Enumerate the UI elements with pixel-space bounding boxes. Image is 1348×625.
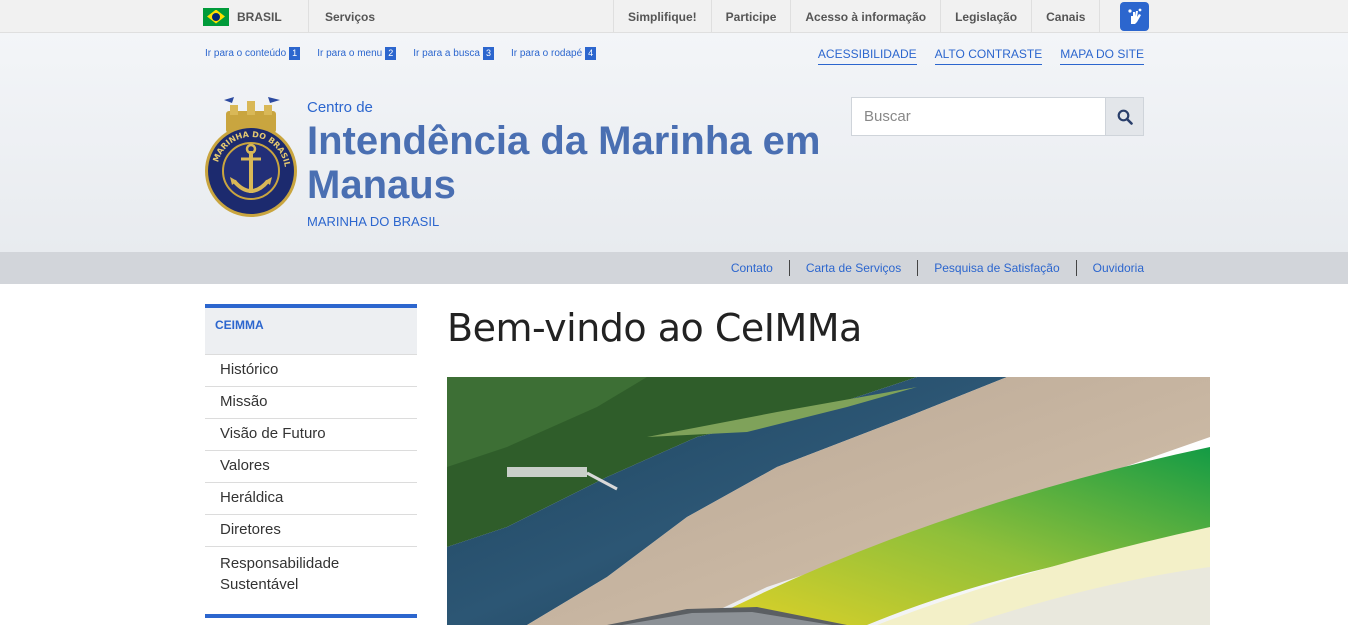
sidebar-heading[interactable]: CEIMMA bbox=[205, 304, 417, 355]
site-map-link[interactable]: MAPA DO SITE bbox=[1060, 47, 1144, 65]
participe-link[interactable]: Participe bbox=[710, 0, 791, 33]
brazil-flag-icon bbox=[203, 7, 229, 26]
site-title[interactable]: Intendência da Marinha em Manaus bbox=[307, 119, 827, 207]
sidebar-menu: CEIMMA Histórico Missão Visão de Futuro … bbox=[205, 304, 417, 603]
skip-to-content-link[interactable]: Ir para o conteúdo 1 bbox=[205, 47, 301, 60]
sidebar-item-visao-de-futuro[interactable]: Visão de Futuro bbox=[205, 419, 417, 451]
brasil-link[interactable]: BRASIL bbox=[203, 0, 282, 33]
page-title: Bem-vindo ao CeIMMa bbox=[447, 306, 862, 350]
accessibility-link[interactable]: ACESSIBILIDADE bbox=[817, 47, 917, 65]
sidebar-item-heraldica[interactable]: Heráldica bbox=[205, 483, 417, 515]
sidebar-item-valores[interactable]: Valores bbox=[205, 451, 417, 483]
accessibility-links: ACESSIBILIDADE ALTO CONTRASTE MAPA DO SI… bbox=[817, 47, 1144, 65]
carta-de-servicos-link[interactable]: Carta de Serviços bbox=[788, 260, 917, 276]
service-links: Contato Carta de Serviços Pesquisa de Sa… bbox=[715, 252, 1144, 284]
search-icon bbox=[1117, 109, 1133, 125]
site-header: Ir para o conteúdo 1 Ir para o menu 2 Ir p… bbox=[0, 33, 1348, 252]
sidebar-item-historico[interactable]: Histórico bbox=[205, 355, 417, 387]
service-bar: Contato Carta de Serviços Pesquisa de Sa… bbox=[0, 252, 1348, 284]
skip-links: Ir para o conteúdo 1 Ir para o menu 2 Ir p… bbox=[205, 47, 597, 60]
search-input[interactable] bbox=[852, 98, 1105, 135]
government-links: Simplifique! Participe Acesso à informaç… bbox=[613, 0, 1101, 33]
sidebar-bottom-border bbox=[205, 614, 417, 618]
sidebar-item-diretores[interactable]: Diretores bbox=[205, 515, 417, 547]
sidebar-item-responsabilidade-sustentavel[interactable]: Responsabilidade Sustentável bbox=[205, 547, 417, 603]
canais-link[interactable]: Canais bbox=[1031, 0, 1101, 33]
site-subtitle: MARINHA DO BRASIL bbox=[307, 214, 440, 229]
navy-emblem-logo[interactable]: MARINHA DO BRASIL bbox=[204, 97, 298, 221]
hero-image bbox=[447, 377, 1210, 625]
contato-link[interactable]: Contato bbox=[715, 260, 789, 276]
brasil-label: BRASIL bbox=[237, 9, 282, 24]
acesso-informacao-link[interactable]: Acesso à informação bbox=[790, 0, 940, 33]
servicos-link[interactable]: Serviços bbox=[308, 0, 391, 33]
legislacao-link[interactable]: Legislação bbox=[940, 0, 1031, 33]
center-label: Centro de bbox=[307, 99, 373, 116]
hands-icon[interactable] bbox=[1120, 2, 1149, 31]
search-button[interactable] bbox=[1105, 98, 1143, 135]
high-contrast-link[interactable]: ALTO CONTRASTE bbox=[934, 47, 1043, 65]
skip-to-search-link[interactable]: Ir para a busca 3 bbox=[413, 47, 494, 60]
simplifique-link[interactable]: Simplifique! bbox=[613, 0, 711, 33]
sidebar-item-missao[interactable]: Missão bbox=[205, 387, 417, 419]
ouvidoria-link[interactable]: Ouvidoria bbox=[1075, 260, 1144, 276]
skip-to-footer-link[interactable]: Ir para o rodapé 4 bbox=[511, 47, 597, 60]
search-form bbox=[851, 97, 1144, 136]
skip-to-menu-link[interactable]: Ir para o menu 2 bbox=[317, 47, 397, 60]
pesquisa-de-satisfacao-link[interactable]: Pesquisa de Satisfação bbox=[917, 260, 1075, 276]
government-bar: BRASIL Serviços Simplifique! Participe A… bbox=[0, 0, 1348, 33]
